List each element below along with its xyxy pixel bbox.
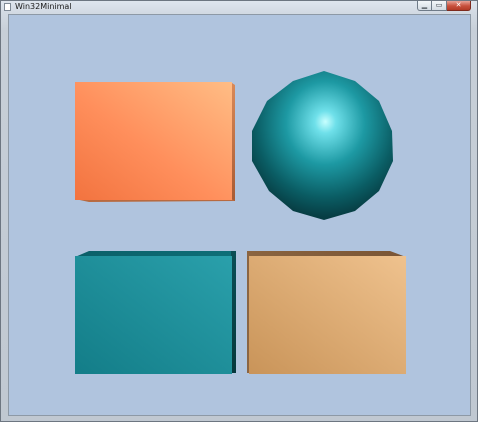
orange-box[interactable] (75, 82, 235, 202)
teal-box[interactable] (75, 251, 236, 374)
app-window: Win32Minimal ▁ ▭ ✕ (0, 0, 478, 422)
window-title: Win32Minimal (15, 2, 72, 11)
tan-box[interactable] (247, 251, 406, 374)
teal-box-front (75, 256, 232, 374)
maximize-button[interactable]: ▭ (432, 1, 447, 11)
tan-box-front (249, 256, 406, 374)
render-viewport[interactable] (8, 14, 471, 416)
orange-box-side (232, 83, 235, 201)
minimize-icon: ▁ (421, 1, 428, 9)
title-bar[interactable]: Win32Minimal ▁ ▭ ✕ (1, 1, 477, 13)
orange-box-front (75, 82, 232, 200)
minimize-button[interactable]: ▁ (417, 1, 432, 11)
caption-buttons: ▁ ▭ ✕ (417, 1, 471, 11)
close-button[interactable]: ✕ (447, 1, 471, 11)
3d-scene (75, 71, 406, 374)
close-icon: ✕ (455, 1, 462, 9)
app-icon[interactable] (4, 3, 11, 11)
maximize-icon: ▭ (435, 1, 443, 9)
teal-sphere-body (252, 71, 393, 220)
teal-sphere[interactable] (252, 71, 393, 220)
